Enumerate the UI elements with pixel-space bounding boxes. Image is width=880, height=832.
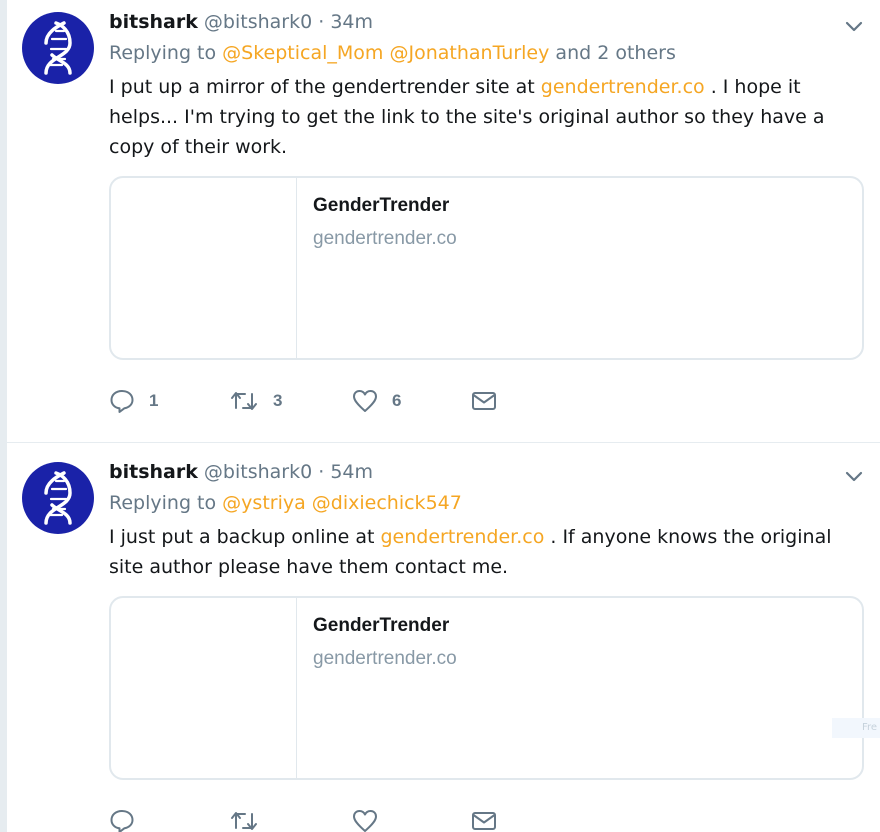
mention-link[interactable]: @ystriya bbox=[222, 492, 306, 514]
avatar[interactable] bbox=[22, 462, 94, 534]
tweet[interactable]: bitshark @bitshark0 · 34m Replying to @S… bbox=[7, 0, 880, 443]
tweet-text: I put up a mirror of the gendertrender s… bbox=[109, 72, 868, 162]
author-handle[interactable]: @bitshark0 bbox=[204, 461, 312, 483]
author-name[interactable]: bitshark bbox=[109, 11, 198, 33]
retweet-button[interactable]: 3 bbox=[229, 388, 282, 414]
timestamp[interactable]: 54m bbox=[330, 461, 373, 483]
card-body: GenderTrender gendertrender.co bbox=[313, 612, 457, 672]
heart-icon bbox=[353, 810, 377, 832]
reply-button[interactable]: 1 bbox=[109, 388, 158, 414]
retweet-icon bbox=[231, 812, 257, 830]
like-button[interactable] bbox=[352, 808, 378, 832]
others-link[interactable]: and 2 others bbox=[555, 42, 675, 64]
replying-label: Replying to bbox=[109, 492, 217, 514]
retweet-button[interactable] bbox=[229, 808, 259, 832]
card-body: GenderTrender gendertrender.co bbox=[313, 192, 457, 252]
mention-link[interactable]: @JonathanTurley bbox=[389, 42, 549, 64]
mention-link[interactable]: @Skeptical_Mom bbox=[222, 42, 383, 64]
card-title: GenderTrender bbox=[313, 615, 450, 636]
dna-helix-icon bbox=[44, 471, 72, 525]
avatar[interactable] bbox=[22, 12, 94, 84]
link-card[interactable]: GenderTrender gendertrender.co bbox=[109, 596, 864, 780]
envelope-icon bbox=[472, 812, 496, 830]
reply-button[interactable] bbox=[109, 808, 135, 832]
like-button[interactable]: 6 bbox=[352, 388, 401, 414]
author-handle[interactable]: @bitshark0 bbox=[204, 11, 312, 33]
timestamp[interactable]: 34m bbox=[330, 11, 373, 33]
reply-icon bbox=[110, 390, 134, 413]
tweet-actions bbox=[109, 808, 868, 832]
tweet[interactable]: bitshark @bitshark0 · 54m Replying to @y… bbox=[7, 443, 880, 832]
reply-icon bbox=[110, 810, 134, 832]
heart-icon bbox=[353, 390, 377, 412]
tweet-text-part: I put up a mirror of the gendertrender s… bbox=[109, 76, 541, 98]
retweet-icon bbox=[231, 392, 257, 410]
retweet-count: 3 bbox=[273, 391, 283, 410]
direct-message-button[interactable] bbox=[471, 808, 497, 832]
chevron-down-icon[interactable] bbox=[842, 14, 866, 38]
tweet-content: bitshark @bitshark0 · 54m Replying to @y… bbox=[109, 458, 868, 832]
tweet-actions: 1 3 6 bbox=[109, 388, 868, 422]
url-link[interactable]: gendertrender.co bbox=[380, 526, 544, 548]
envelope-icon bbox=[472, 392, 496, 410]
replying-to: Replying to @Skeptical_Mom @JonathanTurl… bbox=[109, 38, 868, 68]
tweet-header: bitshark @bitshark0 · 54m bbox=[109, 458, 868, 486]
replying-label: Replying to bbox=[109, 42, 217, 64]
link-card[interactable]: GenderTrender gendertrender.co bbox=[109, 176, 864, 360]
card-domain: gendertrender.co bbox=[313, 228, 457, 249]
separator: · bbox=[318, 11, 325, 33]
left-rail bbox=[0, 0, 7, 832]
url-link[interactable]: gendertrender.co bbox=[541, 76, 705, 98]
replying-to: Replying to @ystriya @dixiechick547 bbox=[109, 488, 868, 518]
tweet-header: bitshark @bitshark0 · 34m bbox=[109, 8, 868, 36]
separator: · bbox=[318, 461, 325, 483]
like-count: 6 bbox=[392, 391, 402, 410]
card-domain: gendertrender.co bbox=[313, 648, 457, 669]
direct-message-button[interactable] bbox=[471, 388, 497, 414]
tweet-text: I just put a backup online at gendertren… bbox=[109, 522, 868, 582]
card-image bbox=[111, 178, 297, 358]
tweet-text-part: I just put a backup online at bbox=[109, 526, 381, 548]
mention-link[interactable]: @dixiechick547 bbox=[312, 492, 462, 514]
ghost-overlay-text: Fre bbox=[832, 718, 880, 738]
author-name[interactable]: bitshark bbox=[109, 461, 198, 483]
reply-count: 1 bbox=[149, 391, 159, 410]
chevron-down-icon[interactable] bbox=[842, 464, 866, 488]
dna-helix-icon bbox=[44, 21, 72, 75]
tweet-content: bitshark @bitshark0 · 34m Replying to @S… bbox=[109, 8, 868, 422]
card-image bbox=[111, 598, 297, 778]
card-title: GenderTrender bbox=[313, 195, 450, 216]
